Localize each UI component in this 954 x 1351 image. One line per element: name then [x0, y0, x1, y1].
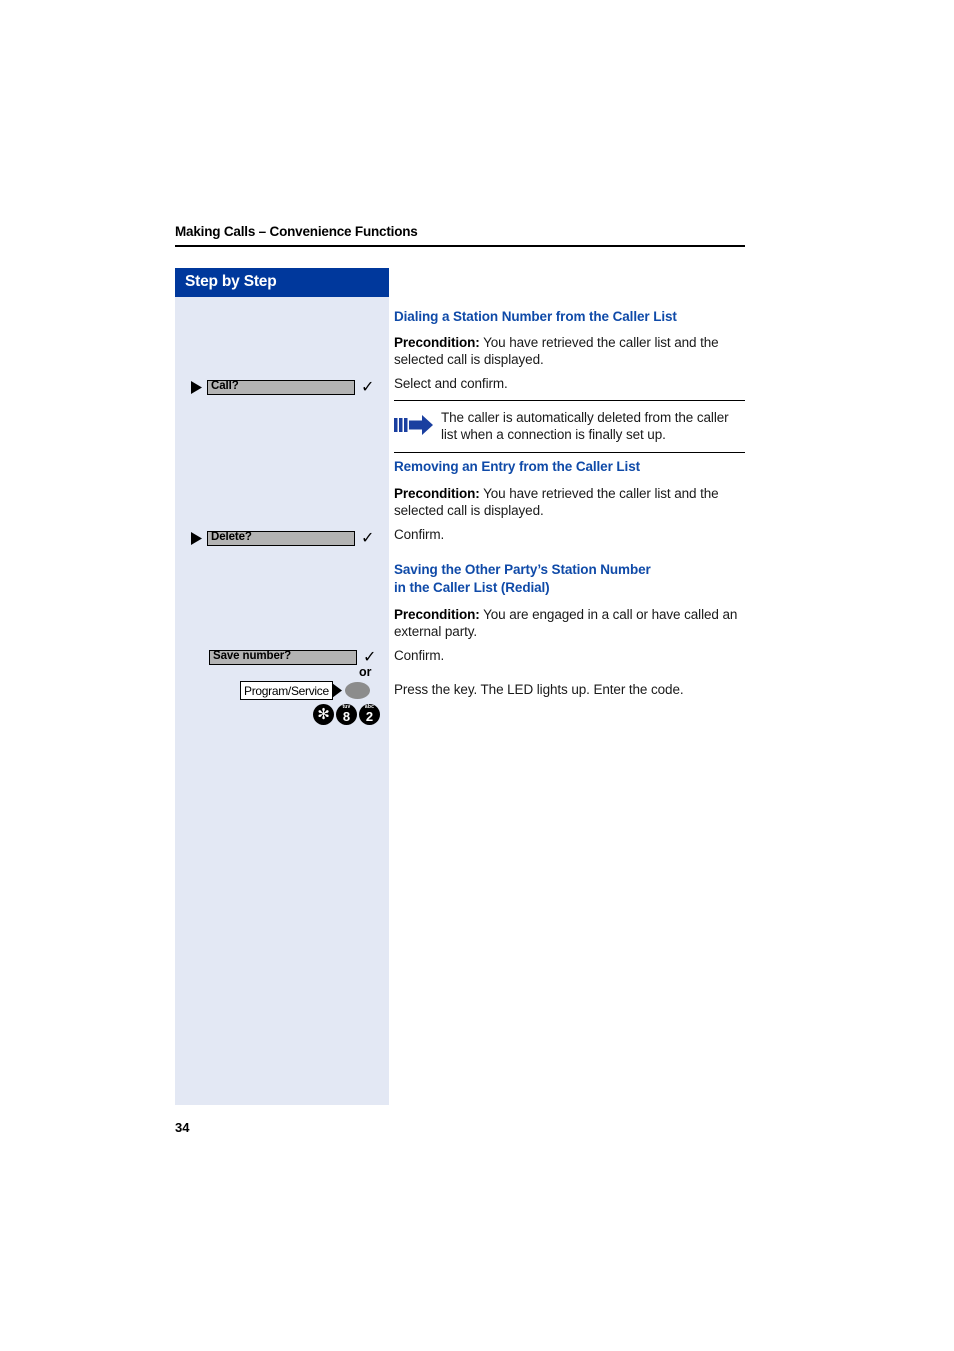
- section-action2-saving: Press the key. The LED lights up. Enter …: [394, 682, 684, 697]
- document-page: Making Calls – Convenience Functions Ste…: [0, 0, 954, 1351]
- section-heading-dialing: Dialing a Station Number from the Caller…: [394, 309, 677, 324]
- confirm-check-icon-delete: ✓: [361, 528, 375, 547]
- function-key-program-service[interactable]: Program/Service: [240, 681, 370, 700]
- step-row-call[interactable]: Call? ✓: [190, 378, 374, 396]
- section-action-saving: Confirm.: [394, 648, 445, 663]
- keypad-letters-8: tuv: [342, 704, 351, 710]
- sidebar-title: Step by Step: [185, 273, 277, 290]
- program-service-key[interactable]: [344, 682, 370, 699]
- keypad-letters-2: abc: [364, 704, 375, 710]
- triangle-right-icon: [191, 380, 202, 394]
- precondition-label: Precondition:: [394, 486, 480, 501]
- running-header: Making Calls – Convenience Functions: [175, 224, 418, 239]
- confirm-check-icon-call: ✓: [361, 377, 375, 396]
- section-precondition-removing: Precondition: You have retrieved the cal…: [394, 485, 745, 520]
- keypad-digit-2: 2: [365, 709, 374, 724]
- function-key-label: Program/Service: [244, 683, 329, 698]
- note-rule-bottom: [394, 451, 745, 453]
- section-heading-saving-line2: in the Caller List (Redial): [394, 580, 550, 596]
- section-heading-saving-line1: Saving the Other Party’s Station Number: [394, 562, 651, 577]
- note-arrow-icon: [394, 415, 433, 435]
- keypad-key-2[interactable]: abc 2: [359, 704, 380, 725]
- display-text-call: Call?: [211, 380, 239, 393]
- keypad-code-sequence[interactable]: ✻ tuv 8 abc 2: [313, 704, 380, 725]
- section-action-removing: Confirm.: [394, 527, 445, 542]
- keypad-key-8[interactable]: tuv 8: [336, 704, 357, 725]
- page-number: 34: [175, 1120, 190, 1135]
- precondition-label: Precondition:: [394, 335, 480, 350]
- display-text-delete: Delete?: [211, 531, 252, 544]
- step-row-save-number[interactable]: Save number? ✓: [209, 648, 376, 666]
- section-precondition-dialing: Precondition: You have retrieved the cal…: [394, 334, 745, 369]
- or-label: or: [359, 665, 372, 679]
- header-rule: [175, 245, 745, 247]
- section-heading-removing: Removing an Entry from the Caller List: [394, 459, 640, 474]
- section-precondition-saving: Precondition: You are engaged in a call …: [394, 606, 745, 641]
- display-text-save-number: Save number?: [213, 650, 292, 663]
- triangle-right-icon: [191, 531, 202, 545]
- section-heading-saving: Saving the Other Party’s Station Number …: [394, 561, 745, 597]
- keypad-key-star[interactable]: ✻: [313, 704, 334, 725]
- precondition-label: Precondition:: [394, 607, 480, 622]
- note-box: The caller is automatically deleted from…: [394, 400, 745, 453]
- step-row-delete[interactable]: Delete? ✓: [190, 529, 374, 547]
- note-text: The caller is automatically deleted from…: [441, 410, 729, 443]
- display-box-call[interactable]: Call?: [207, 379, 355, 395]
- keypad-digit-8: 8: [342, 709, 351, 724]
- key-pointer-icon: [331, 683, 342, 698]
- section-action-dialing: Select and confirm.: [394, 376, 508, 391]
- function-key-label-box: Program/Service: [240, 681, 333, 700]
- confirm-check-icon-save-number: ✓: [363, 647, 377, 666]
- display-box-save-number[interactable]: Save number?: [209, 649, 357, 665]
- keypad-digit-star: ✻: [317, 705, 330, 723]
- display-box-delete[interactable]: Delete?: [207, 530, 355, 546]
